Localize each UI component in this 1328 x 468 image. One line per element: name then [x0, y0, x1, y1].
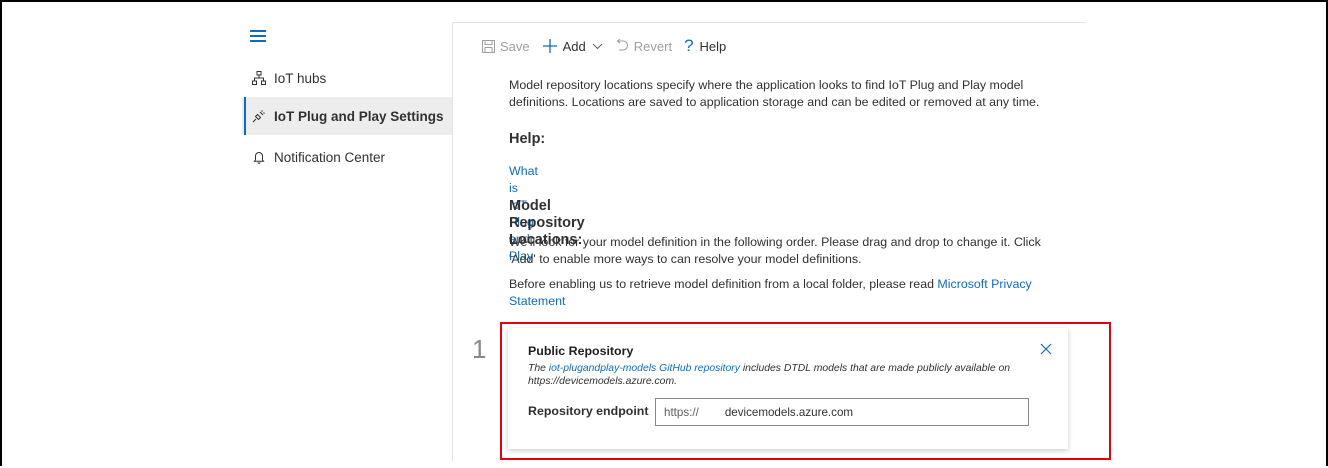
- revert-button[interactable]: Revert: [615, 38, 672, 54]
- privacy-notice: Before enabling us to retrieve model def…: [509, 277, 1032, 308]
- help-button[interactable]: ? Help: [684, 36, 726, 56]
- sidebar-item-label: IoT Plug and Play Settings: [274, 108, 444, 124]
- hub-icon: [252, 71, 266, 85]
- bell-icon: [252, 150, 266, 164]
- order-instructions: We'll look for your model definition in …: [509, 235, 1041, 266]
- sidebar-item-label: IoT hubs: [274, 70, 327, 86]
- plus-icon: [542, 38, 558, 54]
- sidebar-item-label: Notification Center: [274, 149, 386, 165]
- sidebar-item-notification-center[interactable]: Notification Center: [242, 138, 452, 176]
- undo-icon: [615, 38, 629, 54]
- add-button[interactable]: Add: [542, 38, 603, 54]
- sidebar: IoT hubs IoT Plug and Play Settings Noti…: [242, 22, 452, 462]
- intro-text: Model repository locations specify where…: [509, 78, 1040, 109]
- sidebar-divider: [452, 22, 453, 462]
- save-button[interactable]: Save: [482, 39, 530, 54]
- sidebar-item-iot-plug-and-play-settings[interactable]: IoT Plug and Play Settings: [242, 97, 452, 135]
- sidebar-item-iot-hubs[interactable]: IoT hubs: [242, 59, 452, 97]
- help-heading: Help:: [509, 131, 546, 147]
- highlight-box: [500, 322, 1111, 460]
- top-divider: [452, 22, 1086, 23]
- command-bar: Save Add Revert ? Help: [482, 36, 738, 56]
- chevron-down-icon: [592, 43, 603, 50]
- repository-order-number: 1: [472, 334, 487, 364]
- plug-icon: [252, 109, 266, 123]
- question-icon: ?: [684, 36, 694, 55]
- hamburger-menu-icon[interactable]: [250, 30, 266, 42]
- save-icon: [482, 39, 495, 53]
